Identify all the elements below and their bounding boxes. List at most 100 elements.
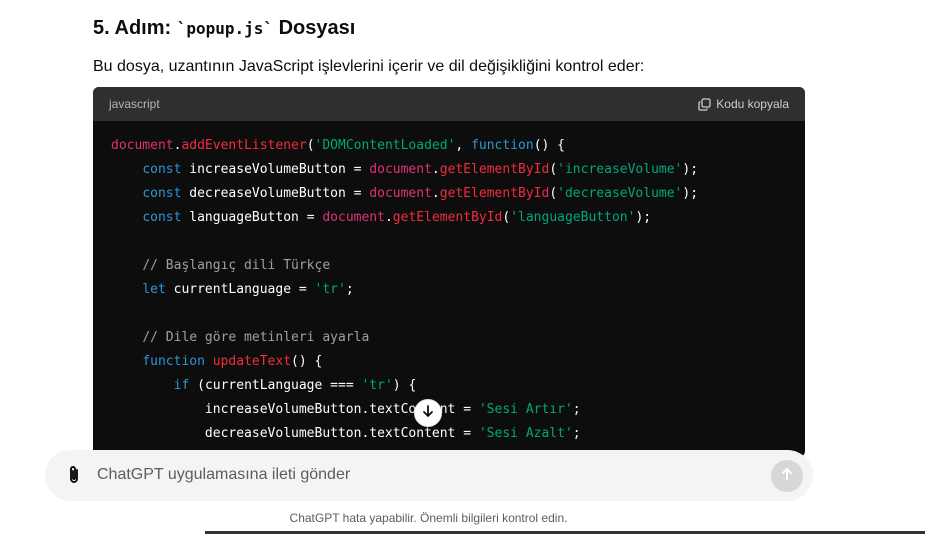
code-line: // Dile göre metinleri ayarla: [111, 326, 787, 350]
code-token: increaseVolumeButton: [181, 162, 354, 177]
code-line: document.addEventListener('DOMContentLoa…: [111, 134, 787, 158]
code-token: =: [306, 210, 323, 225]
attach-file-button[interactable]: [64, 464, 84, 486]
code-line: decreaseVolumeButton.textContent = 'Sesi…: [111, 422, 787, 446]
code-token: 'tr': [314, 282, 346, 297]
code-token: );: [635, 210, 652, 225]
code-token: if: [173, 378, 190, 393]
paperclip-icon: [64, 466, 84, 490]
code-token: ;: [572, 402, 581, 417]
code-language-label: javascript: [109, 97, 160, 111]
code-token: =: [353, 186, 370, 201]
code-token: addEventListener: [181, 138, 307, 153]
code-token: const: [142, 162, 182, 177]
code-token: decreaseVolumeButton: [181, 186, 354, 201]
code-token: function: [471, 138, 534, 153]
arrow-down-icon: [421, 404, 435, 423]
code-token: 'Sesi Azalt': [478, 426, 573, 441]
code-line: const languageButton = document.getEleme…: [111, 206, 787, 230]
code-token: 'DOMContentLoaded': [314, 138, 456, 153]
heading-prefix: 5. Adım:: [93, 17, 177, 39]
code-token: 'decreaseVolume': [557, 186, 683, 201]
code-token: document: [369, 186, 432, 201]
code-token: (: [549, 162, 558, 177]
code-token: (: [189, 378, 205, 393]
code-token: const: [142, 186, 182, 201]
scroll-to-bottom-button[interactable]: [414, 399, 442, 427]
code-token: );: [682, 162, 699, 177]
code-token: decreaseVolumeButton.textContent: [204, 426, 464, 441]
code-line: function updateText() {: [111, 350, 787, 374]
code-line: // Başlangıç dili Türkçe: [111, 254, 787, 278]
code-token: document: [369, 162, 432, 177]
code-token: =: [298, 282, 315, 297]
code-token: document: [111, 138, 174, 153]
code-token: =: [463, 426, 479, 441]
heading-code: `popup.js`: [176, 19, 274, 38]
code-token: () {: [533, 138, 565, 153]
code-token: ;: [345, 282, 354, 297]
code-token: getElementById: [392, 210, 503, 225]
code-token: currentLanguage: [204, 378, 331, 393]
code-token: function: [142, 354, 205, 369]
code-content: document.addEventListener('DOMContentLoa…: [93, 121, 805, 446]
code-token: 'tr': [361, 378, 393, 393]
code-token: currentLanguage: [165, 282, 299, 297]
disclaimer-text: ChatGPT hata yapabilir. Önemli bilgileri…: [289, 511, 568, 525]
code-token: 'languageButton': [510, 210, 636, 225]
code-token: (: [306, 138, 315, 153]
code-line: let currentLanguage = 'tr';: [111, 278, 787, 302]
code-token: .: [431, 162, 440, 177]
code-token: ===: [330, 378, 362, 393]
code-token: languageButton: [181, 210, 307, 225]
code-token: ;: [572, 426, 581, 441]
code-token: ,: [455, 138, 472, 153]
code-token: ) {: [392, 378, 417, 393]
code-token: // Dile göre metinleri ayarla: [142, 330, 370, 345]
heading-suffix: Dosyası: [273, 17, 356, 39]
copy-icon: [698, 97, 711, 111]
send-button[interactable]: [771, 460, 803, 492]
arrow-up-icon: [779, 466, 795, 487]
code-line: const increaseVolumeButton = document.ge…: [111, 158, 787, 182]
code-token: 'Sesi Artır': [478, 402, 573, 417]
message-input[interactable]: [97, 460, 747, 490]
copy-code-label: Kodu kopyala: [716, 97, 789, 111]
code-token: =: [463, 402, 479, 417]
code-token: const: [142, 210, 182, 225]
code-token: let: [142, 282, 166, 297]
code-token: // Başlangıç dili Türkçe: [142, 258, 331, 273]
code-token: .: [384, 210, 393, 225]
code-token: document: [322, 210, 385, 225]
code-line: if (currentLanguage === 'tr') {: [111, 374, 787, 398]
code-token: () {: [291, 354, 323, 369]
code-token: .: [431, 186, 440, 201]
code-token: getElementById: [439, 162, 550, 177]
code-token: 'increaseVolume': [557, 162, 683, 177]
code-token: );: [682, 186, 699, 201]
code-block: javascript Kodu kopyala document.addEven…: [93, 87, 805, 457]
copy-code-button[interactable]: Kodu kopyala: [698, 97, 789, 111]
description-paragraph: Bu dosya, uzantının JavaScript işlevleri…: [93, 58, 645, 75]
code-line: increaseVolumeButton.textContent = 'Sesi…: [111, 398, 787, 422]
code-token: (: [549, 186, 558, 201]
code-token: getElementById: [439, 186, 550, 201]
code-block-header: javascript Kodu kopyala: [93, 87, 805, 121]
code-token: updateText: [212, 354, 292, 369]
code-token: =: [353, 162, 370, 177]
section-heading: 5. Adım: `popup.js` Dosyası: [93, 14, 355, 43]
code-line: const decreaseVolumeButton = document.ge…: [111, 182, 787, 206]
